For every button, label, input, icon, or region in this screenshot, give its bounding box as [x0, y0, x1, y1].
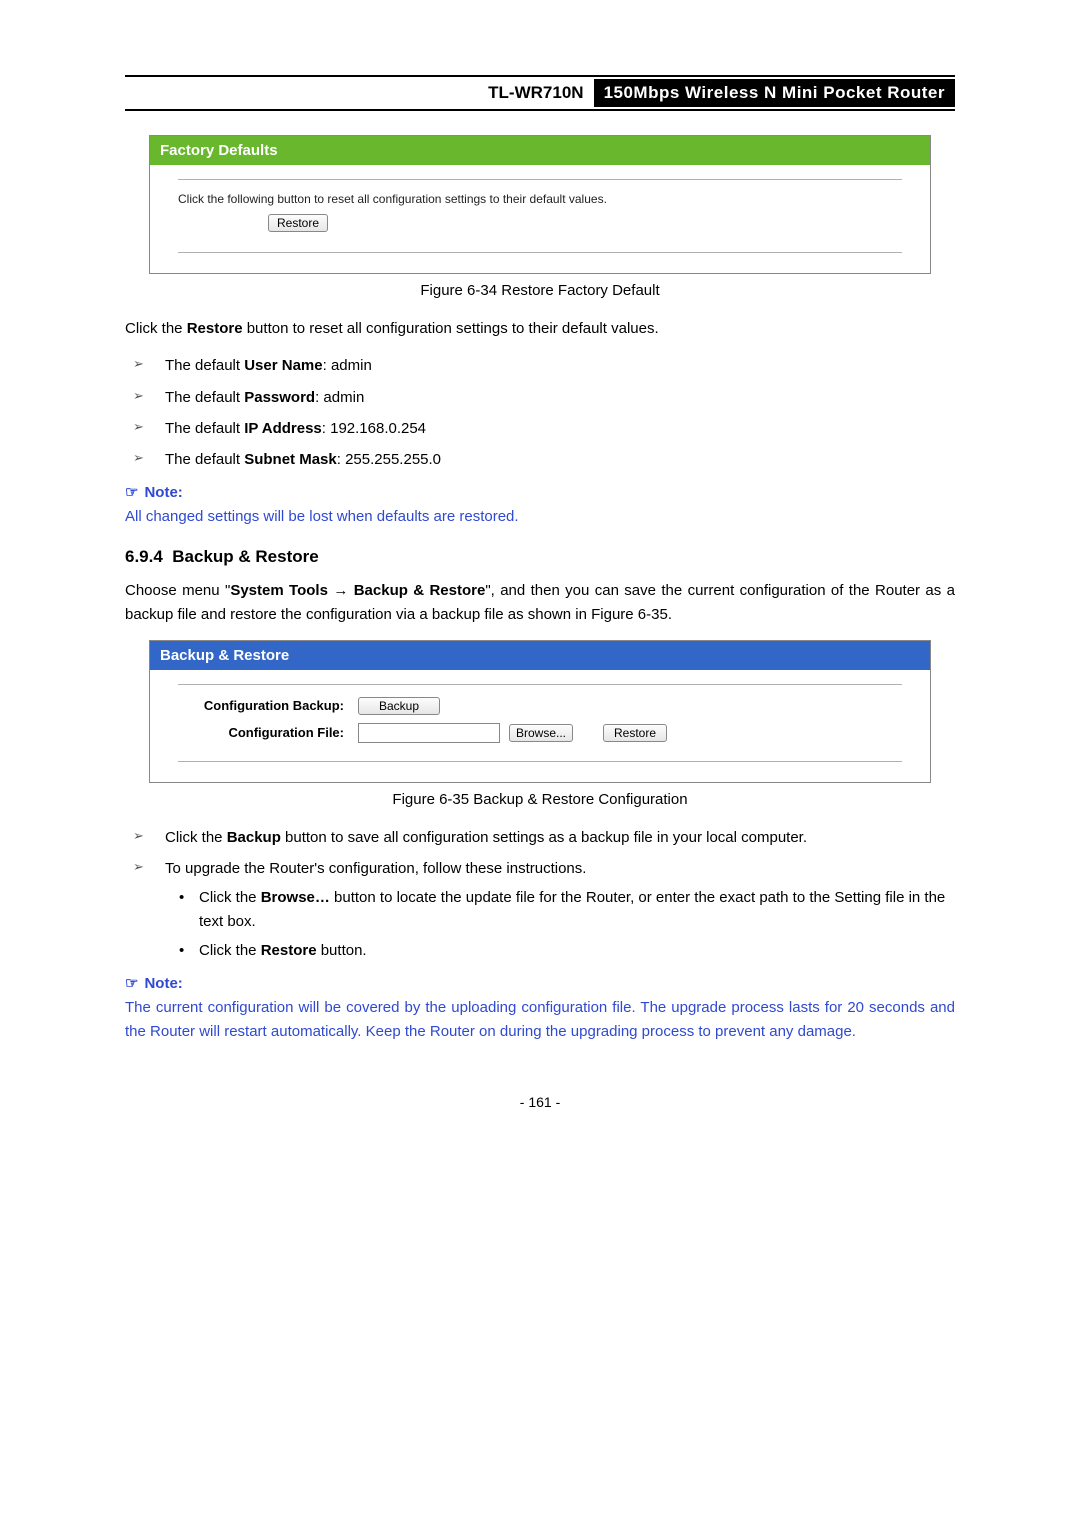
page-number: - 161 - — [125, 1094, 955, 1110]
list-item: The default Password: admin — [125, 386, 955, 409]
browse-button[interactable]: Browse... — [509, 724, 573, 742]
note-text: All changed settings will be lost when d… — [125, 505, 955, 529]
backup-button[interactable]: Backup — [358, 697, 440, 715]
list-item: The default IP Address: 192.168.0.254 — [125, 417, 955, 440]
list-item: To upgrade the Router's configuration, f… — [125, 857, 955, 962]
model-label: TL-WR710N — [478, 79, 593, 107]
divider — [178, 179, 902, 180]
restore-paragraph: Click the Restore button to reset all co… — [125, 317, 955, 340]
panel-title-backup: Backup & Restore — [150, 641, 930, 670]
hand-icon: ☞ — [125, 484, 138, 501]
divider — [178, 761, 902, 762]
restore-button[interactable]: Restore — [268, 214, 328, 232]
hand-icon: ☞ — [125, 975, 138, 992]
note-label: ☞Note: — [125, 974, 955, 992]
divider — [178, 684, 902, 685]
section-heading: 6.9.4 Backup & Restore — [125, 547, 955, 567]
list-item: Click the Backup button to save all conf… — [125, 826, 955, 849]
note-label: ☞Note: — [125, 483, 955, 501]
doc-header: TL-WR710N 150Mbps Wireless N Mini Pocket… — [125, 75, 955, 111]
panel-title-factory: Factory Defaults — [150, 136, 930, 165]
figure-caption-1: Figure 6-34 Restore Factory Default — [125, 282, 955, 299]
config-backup-label: Configuration Backup: — [178, 698, 358, 713]
restore-file-button[interactable]: Restore — [603, 724, 667, 742]
figure-factory-defaults: Factory Defaults Click the following but… — [149, 135, 931, 274]
defaults-list: The default User Name: admin The default… — [125, 354, 955, 471]
list-item: The default User Name: admin — [125, 354, 955, 377]
list-item: Click the Browse… button to locate the u… — [165, 886, 955, 933]
figure-backup-restore: Backup & Restore Configuration Backup: B… — [149, 640, 931, 783]
divider — [178, 252, 902, 253]
list-item: The default Subnet Mask: 255.255.255.0 — [125, 448, 955, 471]
file-path-input[interactable] — [358, 723, 500, 743]
backup-instructions: Click the Backup button to save all conf… — [125, 826, 955, 962]
product-label: 150Mbps Wireless N Mini Pocket Router — [594, 79, 955, 107]
sub-instructions: Click the Browse… button to locate the u… — [165, 886, 955, 962]
note-text: The current configuration will be covere… — [125, 996, 955, 1044]
factory-instruction: Click the following button to reset all … — [178, 192, 902, 206]
figure-caption-2: Figure 6-35 Backup & Restore Configurati… — [125, 791, 955, 808]
list-item: Click the Restore button. — [165, 939, 955, 962]
section-intro: Choose menu "System Tools → Backup & Res… — [125, 579, 955, 626]
config-file-label: Configuration File: — [178, 725, 358, 740]
